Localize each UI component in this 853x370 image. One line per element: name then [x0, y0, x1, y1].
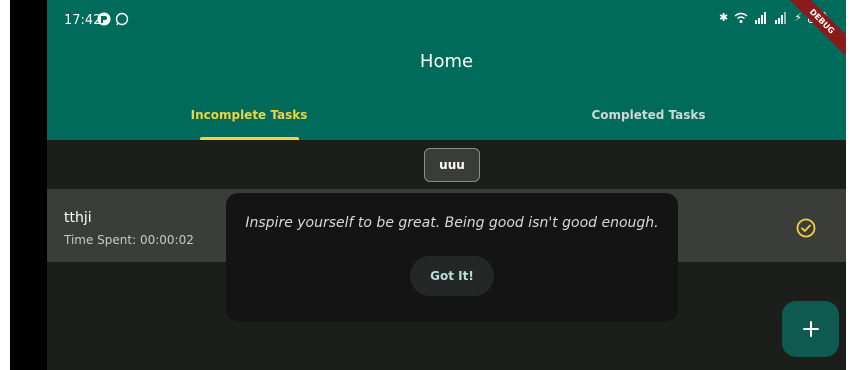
left-black-bar — [10, 0, 47, 370]
tab-indicator — [200, 137, 299, 140]
quote-dialog: Inspire yourself to be great. Being good… — [226, 193, 678, 321]
got-it-button[interactable]: Got It! — [410, 256, 494, 296]
check-circle-icon[interactable] — [796, 218, 816, 238]
charging-icon: ⚡ — [794, 11, 802, 24]
add-task-button[interactable] — [782, 301, 839, 357]
bluetooth-icon: ✱ — [719, 11, 729, 24]
app-bar: 17:42 ✱ ⚡ DEBUG Home Incomplete Tasks Co… — [47, 0, 846, 140]
tab-completed-tasks[interactable]: Completed Tasks — [451, 108, 846, 122]
plus-icon — [802, 321, 819, 337]
page-title: Home — [419, 51, 474, 72]
vpn-icon — [97, 12, 111, 26]
whatsapp-icon — [115, 12, 129, 26]
wifi-icon — [734, 12, 748, 23]
dialog-message: Inspire yourself to be great. Being good… — [245, 215, 659, 231]
status-notification-icons — [97, 12, 129, 26]
task-time-spent: Time Spent: 00:00:02 — [64, 233, 194, 247]
signal-icon-secondary — [775, 11, 787, 24]
signal-icon — [755, 11, 767, 24]
status-time: 17:42 — [64, 13, 102, 28]
tab-incomplete-tasks[interactable]: Incomplete Tasks — [47, 108, 451, 122]
task-name: tthji — [64, 210, 92, 226]
app-screen: 17:42 ✱ ⚡ DEBUG Home Incomplete Tasks Co… — [47, 0, 846, 370]
filter-chip[interactable]: uuu — [424, 148, 480, 182]
